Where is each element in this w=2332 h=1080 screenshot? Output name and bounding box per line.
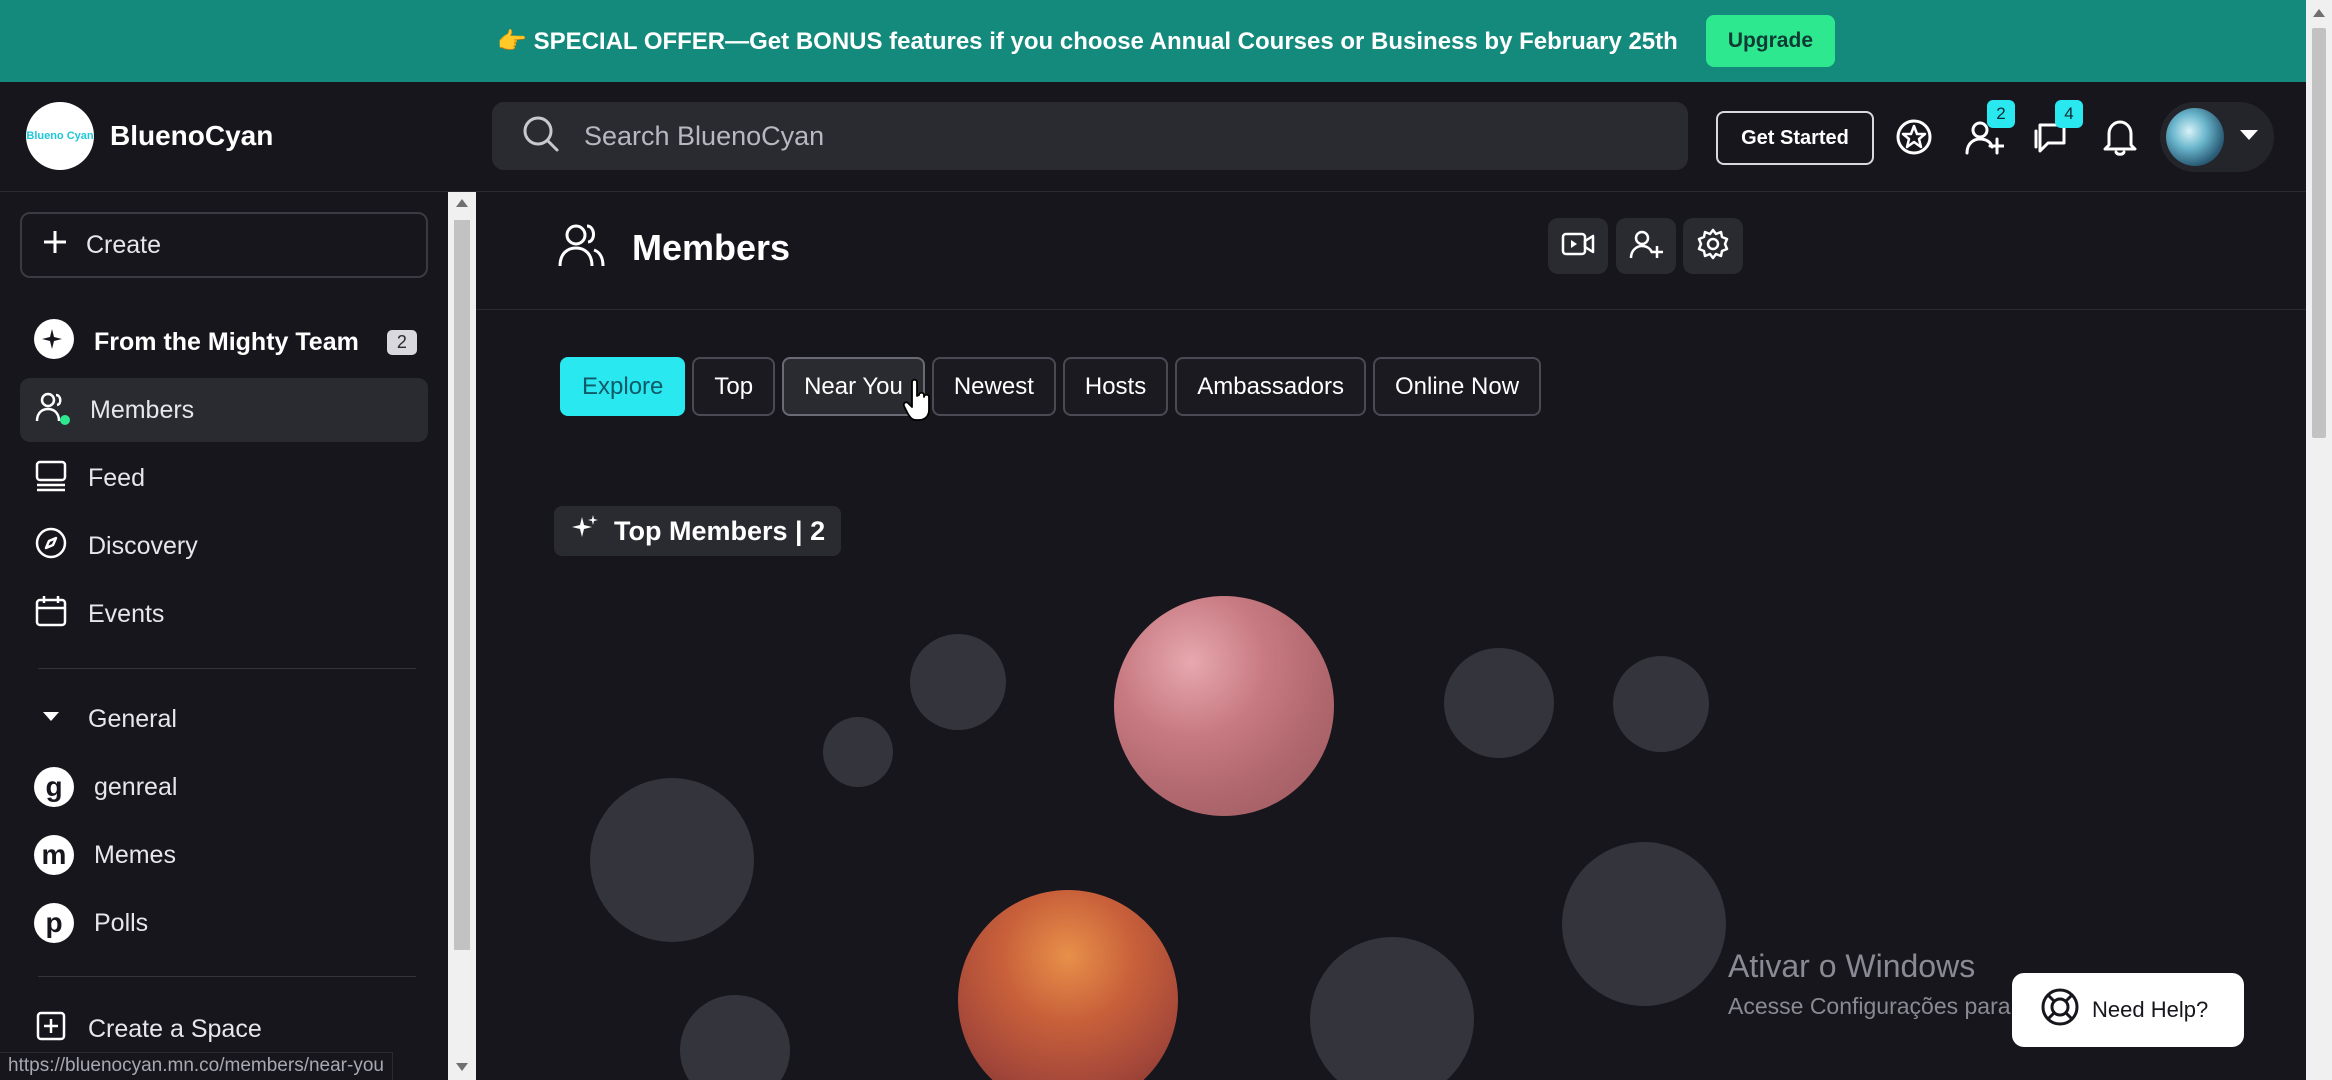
- lifebuoy-icon: [2040, 987, 2080, 1033]
- space-item-polls[interactable]: p Polls: [20, 891, 428, 955]
- tab-explore[interactable]: Explore: [560, 357, 686, 416]
- search-icon: [522, 115, 560, 158]
- plus-icon: [42, 229, 68, 262]
- main-header: Members: [476, 192, 2306, 310]
- space-label: genreal: [94, 772, 178, 801]
- brand[interactable]: Blueno Cyan BluenoCyan: [26, 102, 273, 170]
- sidebar-scroll-thumb[interactable]: [454, 220, 470, 950]
- brand-name: BluenoCyan: [110, 120, 274, 151]
- section-general-toggle[interactable]: General: [20, 687, 428, 751]
- upgrade-button[interactable]: Upgrade: [1705, 15, 1835, 67]
- tab-hosts[interactable]: Hosts: [1062, 357, 1169, 416]
- brand-logo: Blueno Cyan: [26, 102, 94, 170]
- placeholder-bubble: [910, 634, 1006, 730]
- tab-online-now[interactable]: Online Now: [1372, 357, 1542, 416]
- hand-cursor-icon: [903, 378, 930, 421]
- placeholder-bubble: [680, 995, 790, 1080]
- chevron-down-icon: [2238, 128, 2260, 147]
- member-avatar[interactable]: [958, 890, 1178, 1080]
- space-item-genreal[interactable]: g genreal: [20, 755, 428, 819]
- scroll-up-arrow-icon[interactable]: [2312, 8, 2326, 18]
- chat-icon[interactable]: 4: [2029, 100, 2083, 160]
- sidebar-scrollbar[interactable]: [448, 192, 476, 1080]
- compass-icon: [34, 526, 68, 567]
- sidebar-item-members[interactable]: Members: [20, 378, 428, 442]
- add-member-icon: [1629, 227, 1663, 266]
- add-member-button[interactable]: [1616, 218, 1676, 274]
- mighty-team-label: From the Mighty Team: [94, 327, 359, 356]
- sidebar-item-mighty-team[interactable]: From the Mighty Team 2: [20, 310, 428, 374]
- placeholder-bubble: [1444, 648, 1554, 758]
- promo-text: 👉 SPECIAL OFFER—Get BONUS features if yo…: [497, 27, 1678, 55]
- sidebar-item-events[interactable]: Events: [20, 582, 428, 646]
- search-input[interactable]: [584, 120, 1484, 152]
- chat-badge: 4: [2055, 100, 2083, 128]
- placeholder-bubble: [1310, 937, 1474, 1080]
- sidebar-item-label: Feed: [88, 463, 145, 492]
- create-button[interactable]: Create: [20, 212, 428, 278]
- members-icon: [34, 389, 70, 432]
- space-letter-icon: m: [34, 835, 74, 875]
- page-scroll-thumb[interactable]: [2312, 28, 2326, 438]
- video-button[interactable]: [1548, 218, 1608, 274]
- create-label: Create: [86, 230, 162, 259]
- tab-ambassadors[interactable]: Ambassadors: [1175, 357, 1366, 416]
- members-icon: [556, 220, 606, 275]
- top-members-heading: Top Members | 2: [554, 506, 842, 556]
- sidebar-item-feed[interactable]: Feed: [20, 446, 428, 510]
- top-bar: Blueno Cyan BluenoCyan Get Started 2 4: [0, 82, 2306, 192]
- get-started-button[interactable]: Get Started: [1716, 111, 1874, 165]
- need-help-button[interactable]: Need Help?: [2012, 973, 2244, 1047]
- page-title-group: Members: [556, 220, 790, 275]
- placeholder-bubble: [823, 717, 893, 787]
- profile-menu[interactable]: [2160, 102, 2274, 172]
- space-item-memes[interactable]: m Memes: [20, 823, 428, 887]
- feed-icon: [34, 458, 68, 499]
- sidebar-item-discovery[interactable]: Discovery: [20, 514, 428, 578]
- bell-icon[interactable]: [2097, 114, 2143, 160]
- settings-button[interactable]: [1683, 218, 1743, 274]
- space-label: Memes: [94, 840, 176, 869]
- placeholder-bubble: [1562, 842, 1726, 1006]
- sparkle-icon: [570, 513, 600, 550]
- sidebar-divider: [38, 668, 416, 669]
- page-title: Members: [632, 226, 791, 268]
- page-scrollbar[interactable]: [2306, 0, 2332, 1080]
- placeholder-bubble: [1613, 656, 1709, 752]
- sparkle-icon: [34, 318, 74, 366]
- tab-top[interactable]: Top: [692, 357, 776, 416]
- create-space-label: Create a Space: [88, 1014, 262, 1043]
- space-letter-icon: g: [34, 767, 74, 807]
- add-box-icon: [34, 1009, 68, 1050]
- sidebar-item-label: Discovery: [88, 531, 198, 560]
- search-bar[interactable]: [492, 102, 1688, 170]
- calendar-icon: [34, 594, 68, 635]
- sidebar-divider: [38, 976, 416, 977]
- need-help-label: Need Help?: [2092, 997, 2209, 1022]
- space-letter-icon: p: [34, 903, 74, 943]
- caret-down-icon: [34, 699, 68, 740]
- member-tabs: Explore Top Near You Newest Hosts Ambass…: [560, 357, 1542, 416]
- avatar: [2166, 108, 2224, 166]
- sidebar-item-label: Events: [88, 599, 165, 628]
- placeholder-bubble: [590, 778, 754, 942]
- section-title: Top Members | 2: [614, 515, 826, 546]
- video-icon: [1561, 229, 1595, 264]
- mighty-team-count: 2: [386, 329, 417, 355]
- settings-icon: [1696, 227, 1730, 266]
- sidebar: Create From the Mighty Team 2 Members Fe…: [0, 192, 448, 1080]
- scroll-down-arrow-icon[interactable]: [455, 1062, 469, 1072]
- scroll-up-arrow-icon[interactable]: [455, 198, 469, 208]
- promo-banner: 👉 SPECIAL OFFER—Get BONUS features if yo…: [0, 0, 2332, 82]
- section-label: General: [88, 704, 177, 733]
- space-label: Polls: [94, 908, 149, 937]
- member-avatar[interactable]: [1114, 596, 1334, 816]
- add-person-icon[interactable]: 2: [1961, 100, 2015, 160]
- star-badge-icon[interactable]: [1891, 114, 1937, 160]
- tab-newest[interactable]: Newest: [931, 357, 1056, 416]
- status-url: https://bluenocyan.mn.co/members/near-yo…: [0, 1052, 393, 1080]
- add-person-badge: 2: [1987, 100, 2015, 128]
- sidebar-item-label: Members: [90, 395, 195, 424]
